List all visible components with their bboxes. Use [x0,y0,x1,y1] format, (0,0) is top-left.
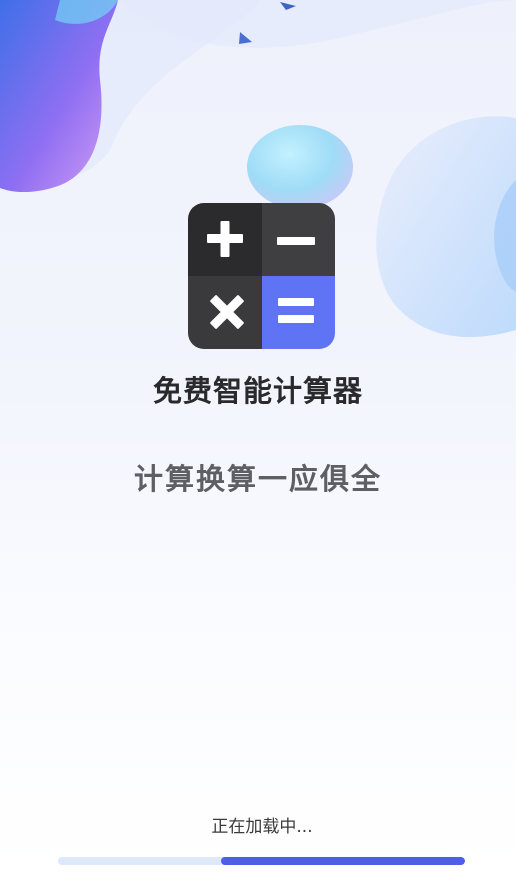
app-slogan: 计算换算一应俱全 [133,462,382,496]
minus-icon [276,237,315,245]
app-title: 免费智能计算器 [152,374,363,408]
loading-text: 正在加载中... [211,817,313,837]
multiply-icon [210,295,244,329]
background-decoration [0,0,516,338]
loading-progress-fill [220,857,465,865]
equals-icon [277,298,314,323]
plus-tile [188,203,262,276]
calculator-app-icon [188,203,335,349]
plus-icon [207,221,243,257]
minus-tile [261,203,335,276]
multiply-tile [188,276,262,349]
equals-tile [261,276,335,349]
loading-progress-bar [58,857,465,865]
